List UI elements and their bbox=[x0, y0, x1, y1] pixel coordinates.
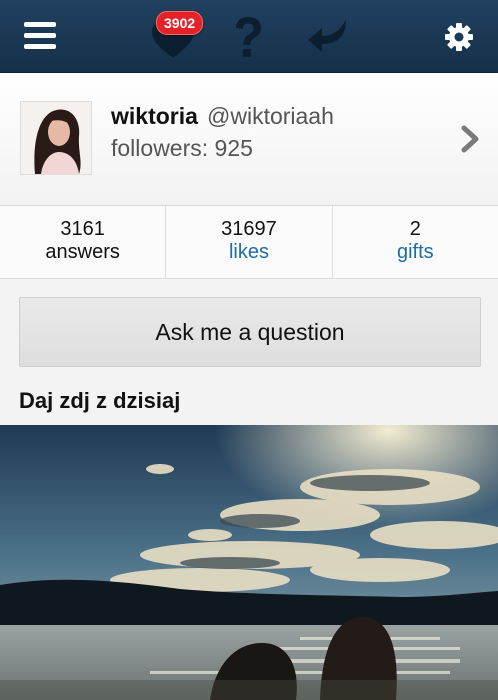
top-navigation-bar: 3902 bbox=[0, 0, 498, 73]
stats-row: 3161 answers 31697 likes 2 gifts bbox=[0, 206, 498, 279]
notification-count-badge[interactable]: 3902 bbox=[156, 11, 204, 35]
reply-arrow-icon[interactable] bbox=[306, 18, 350, 58]
likes-label[interactable]: likes bbox=[166, 240, 331, 264]
profile-name: wiktoria bbox=[111, 103, 198, 129]
answers-label: answers bbox=[45, 241, 120, 263]
stat-answers[interactable]: 3161 answers bbox=[0, 206, 167, 278]
followers-count: followers: 925 bbox=[111, 135, 253, 161]
gifts-label[interactable]: gifts bbox=[333, 240, 498, 264]
question-title: Daj zdj z dzisiaj bbox=[19, 388, 181, 413]
profile-card[interactable]: wiktoria @wiktoriaah followers: 925 bbox=[0, 73, 498, 206]
hamburger-menu-icon[interactable] bbox=[24, 22, 56, 50]
question-mark-icon[interactable] bbox=[230, 16, 266, 58]
stat-likes[interactable]: 31697 likes bbox=[166, 206, 333, 278]
likes-count: 31697 bbox=[221, 218, 277, 240]
stat-gifts[interactable]: 2 gifts bbox=[333, 206, 498, 278]
avatar[interactable] bbox=[20, 101, 92, 175]
answers-count: 3161 bbox=[60, 218, 105, 240]
gifts-count: 2 bbox=[409, 218, 421, 240]
answer-photo[interactable] bbox=[0, 425, 498, 700]
gear-icon[interactable] bbox=[444, 22, 474, 52]
profile-handle: @wiktoriaah bbox=[207, 103, 334, 129]
chevron-right-icon[interactable] bbox=[460, 125, 480, 153]
ask-question-button[interactable]: Ask me a question bbox=[19, 297, 481, 367]
